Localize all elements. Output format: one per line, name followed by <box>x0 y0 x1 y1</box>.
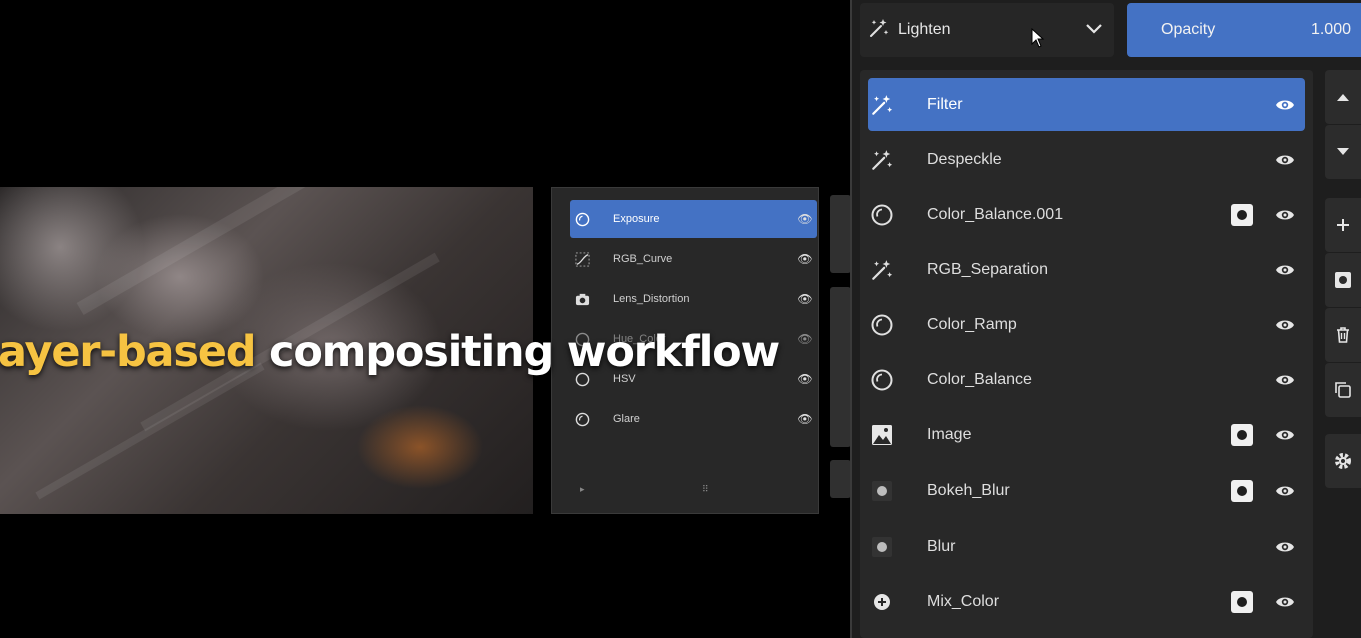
eye-icon[interactable]: 👁 <box>793 412 817 426</box>
play-icon[interactable]: ▸ <box>580 484 585 495</box>
mouse-cursor-icon <box>1031 28 1045 48</box>
layer-label: Image <box>927 425 972 443</box>
eye-icon[interactable]: 👁 <box>793 292 817 306</box>
mask-icon[interactable] <box>1231 423 1253 446</box>
eye-icon[interactable] <box>1267 318 1303 332</box>
image-icon <box>868 421 896 449</box>
eye-icon[interactable] <box>1267 373 1303 387</box>
eye-icon[interactable] <box>1267 428 1303 442</box>
embedded-layer-label: Glare <box>613 413 640 425</box>
mask-icon[interactable] <box>1231 590 1253 613</box>
opacity-value: 1.000 <box>1310 21 1351 38</box>
curve-icon <box>573 250 591 268</box>
caption: ayer-based compositing workflow <box>0 322 780 382</box>
eye-icon[interactable]: 👁 <box>793 332 817 346</box>
mask-icon[interactable] <box>1231 479 1253 502</box>
layer-row-color-balance[interactable]: Color_Balance <box>868 353 1305 406</box>
eye-icon[interactable] <box>1267 153 1303 167</box>
layer-actions-button[interactable] <box>830 287 851 447</box>
embedded-layer-row[interactable]: Glare 👁 <box>570 400 817 438</box>
blur-icon <box>868 533 896 561</box>
settings-button[interactable] <box>1325 434 1361 488</box>
move-up-button[interactable] <box>1325 70 1361 124</box>
embedded-layer-label: Lens_Distortion <box>613 293 690 305</box>
eye-icon[interactable] <box>1267 98 1303 112</box>
layer-row-filter[interactable]: Filter <box>868 78 1305 131</box>
gear-icon <box>1335 453 1351 469</box>
copy-icon <box>1335 382 1351 398</box>
embedded-layer-row[interactable]: Lens_Distortion 👁 <box>570 280 817 318</box>
duplicate-layer-button[interactable] <box>1325 363 1361 417</box>
embedded-layer-label: Exposure <box>613 213 660 225</box>
blur-icon <box>868 477 896 505</box>
layer-label: Color_Ramp <box>927 315 1017 333</box>
embedded-layer-label: RGB_Curve <box>613 253 673 265</box>
layer-label: Blur <box>927 537 956 555</box>
layer-label: Mix_Color <box>927 592 1000 610</box>
layer-row-bokeh-blur[interactable]: Bokeh_Blur <box>868 464 1305 517</box>
delete-layer-button[interactable] <box>1325 308 1361 362</box>
color-balance-icon <box>573 410 591 428</box>
magic-wand-icon <box>868 17 892 44</box>
color-balance-icon <box>868 311 896 339</box>
layer-row-mix-color[interactable]: Mix_Color <box>868 575 1305 628</box>
plus-icon <box>1337 219 1349 231</box>
caption-text: compositing workflow <box>255 327 780 377</box>
eye-icon[interactable] <box>1267 595 1303 609</box>
mix-icon <box>868 588 896 616</box>
layer-label: Color_Balance <box>927 370 1032 388</box>
color-balance-icon <box>868 201 896 229</box>
layer-row-blur[interactable]: Blur <box>868 520 1305 573</box>
color-balance-icon <box>868 366 896 394</box>
eye-icon[interactable] <box>1267 263 1303 277</box>
layer-label: Filter <box>927 95 963 113</box>
move-down-button[interactable] <box>1325 125 1361 179</box>
arrow-down-icon <box>1337 148 1349 155</box>
mask-icon[interactable] <box>1231 203 1253 226</box>
color-balance-icon <box>573 210 591 228</box>
grip-icon[interactable]: ⠿ <box>702 484 709 495</box>
layer-label: Color_Balance.001 <box>927 205 1064 223</box>
add-mask-button[interactable] <box>1325 253 1361 307</box>
caption-highlight: ayer-based <box>0 327 256 377</box>
embedded-layer-row[interactable]: RGB_Curve 👁 <box>570 240 817 278</box>
layer-side-toolbar <box>1325 70 1361 638</box>
eye-icon[interactable]: 👁 <box>793 212 817 226</box>
layer-label: Bokeh_Blur <box>927 481 1010 499</box>
eye-icon[interactable]: 👁 <box>793 252 817 266</box>
blend-mode-dropdown[interactable]: Lighten <box>860 3 1114 57</box>
chevron-down-icon <box>1074 21 1114 39</box>
embedded-side-buttons <box>830 195 851 515</box>
layer-row-image[interactable]: Image <box>868 408 1305 461</box>
move-layer-button[interactable] <box>830 195 851 273</box>
eye-icon[interactable] <box>1267 540 1303 554</box>
opacity-slider[interactable]: Opacity 1.000 <box>1127 3 1361 57</box>
embedded-layer-row[interactable]: Exposure 👁 <box>570 200 817 238</box>
layer-row-rgb-separation[interactable]: RGB_Separation <box>868 243 1305 296</box>
mask-icon <box>1335 272 1351 288</box>
layer-row-despeckle[interactable]: Despeckle <box>868 133 1305 186</box>
eye-icon[interactable] <box>1267 208 1303 222</box>
add-layer-button[interactable] <box>1325 198 1361 252</box>
eye-icon[interactable] <box>1267 484 1303 498</box>
layer-label: Despeckle <box>927 150 1002 168</box>
layer-row-color-balance-001[interactable]: Color_Balance.001 <box>868 188 1305 241</box>
magic-wand-icon <box>868 256 896 284</box>
magic-wand-icon <box>868 91 896 119</box>
camera-icon <box>573 290 591 308</box>
layer-row-color-ramp[interactable]: Color_Ramp <box>868 298 1305 351</box>
blend-mode-label: Lighten <box>898 21 951 38</box>
opacity-label: Opacity <box>1161 21 1216 38</box>
layer-label: RGB_Separation <box>927 260 1048 278</box>
trash-icon <box>1337 327 1349 343</box>
arrow-up-icon <box>1337 94 1349 101</box>
settings-button[interactable] <box>830 460 851 498</box>
eye-icon[interactable]: 👁 <box>793 372 817 386</box>
magic-wand-icon <box>868 146 896 174</box>
